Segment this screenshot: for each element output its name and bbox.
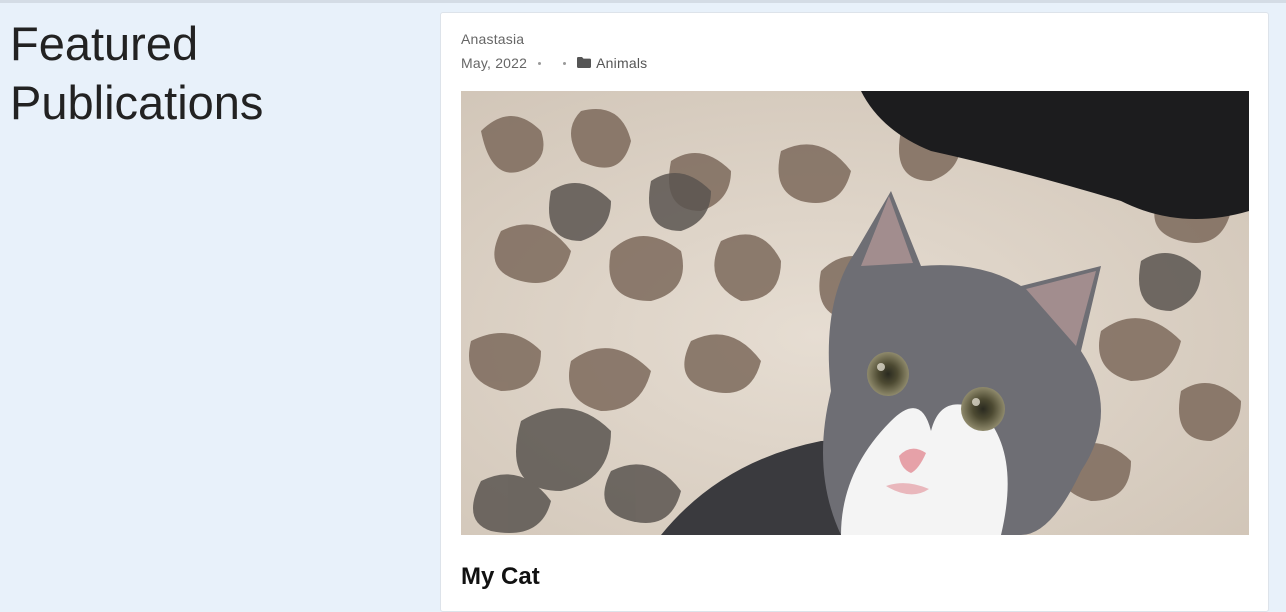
section-heading-line1: Featured [10,17,199,70]
top-border [0,0,1286,3]
section-heading-line2: Publications [10,76,264,129]
meta-separator [563,61,567,65]
featured-image[interactable] [461,91,1249,535]
post-date: May, 2022 [461,55,528,71]
publication-card: Anastasia May, 2022 Animals My Cat [440,12,1269,612]
section-heading: Featured Publications [10,14,410,132]
folder-icon [577,56,592,68]
meta-separator [538,61,542,65]
post-category-link[interactable]: Animals [596,55,647,71]
post-title-link[interactable]: My Cat [461,563,540,591]
post-author[interactable]: Anastasia [461,31,524,47]
post-meta: May, 2022 Animals [461,55,647,71]
